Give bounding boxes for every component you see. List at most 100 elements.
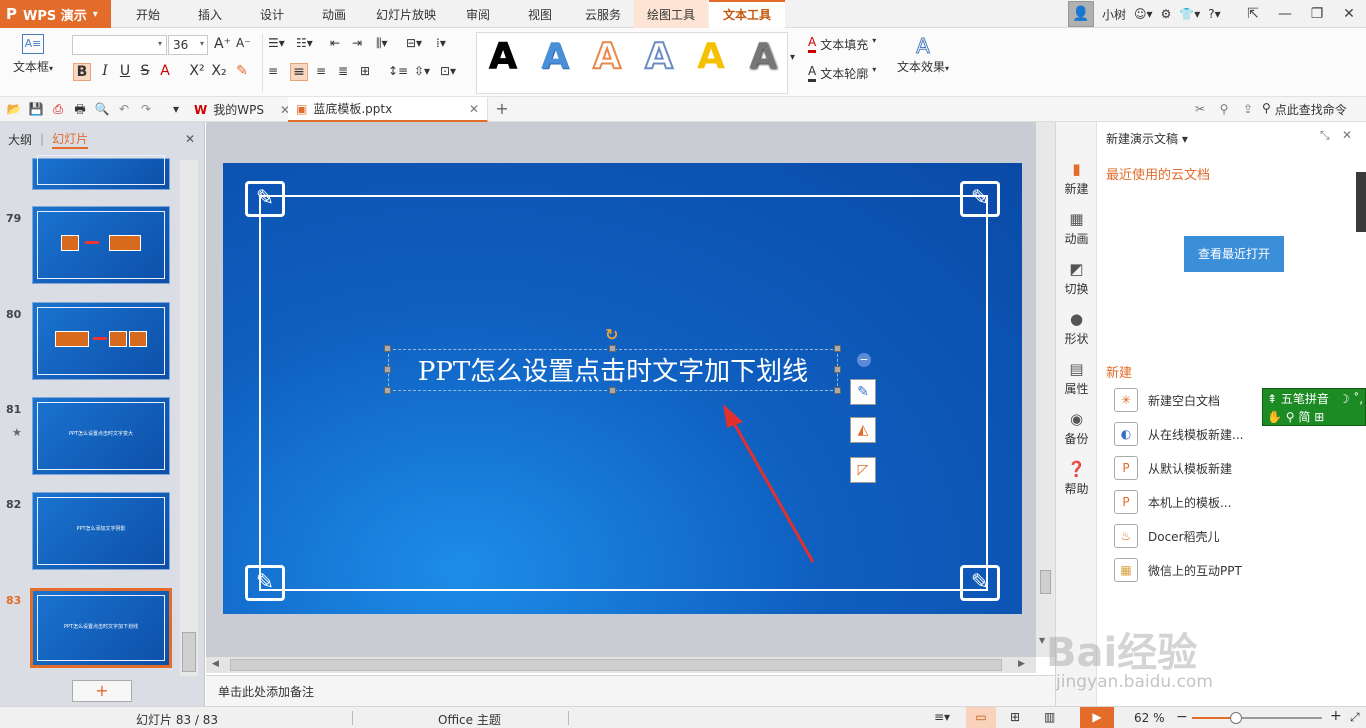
zoom-slider-thumb[interactable] xyxy=(1230,712,1243,724)
side-item-property[interactable]: ▤ 属性 xyxy=(1056,360,1097,397)
superscript-button[interactable]: X² xyxy=(188,63,206,79)
close-icon[interactable]: ✕ xyxy=(469,102,479,116)
wordart-style-gold[interactable]: A xyxy=(686,34,736,80)
close-icon[interactable]: ✕ xyxy=(1342,128,1352,142)
resize-handle[interactable] xyxy=(609,345,616,352)
reading-view-icon[interactable]: ▥ xyxy=(1044,710,1055,724)
doc-tab-mywps[interactable]: W 我的WPS ✕ xyxy=(186,97,300,122)
play-slideshow-icon[interactable]: ▶ xyxy=(1080,707,1114,728)
ime-menu-icon[interactable]: ⇞ xyxy=(1267,392,1277,406)
italic-button[interactable]: I xyxy=(96,63,114,79)
zoom-level[interactable]: 62 % xyxy=(1134,711,1165,725)
add-slide-button[interactable]: + xyxy=(72,680,132,702)
wordart-style-orange-outline[interactable]: A xyxy=(582,34,632,80)
new-default-template-item[interactable]: P 从默认模板新建 xyxy=(1114,456,1232,480)
keyboard-icon[interactable]: ⊞ xyxy=(1314,410,1324,424)
paragraph-settings-icon[interactable]: ⊡▾ xyxy=(440,64,456,78)
side-handle[interactable] xyxy=(1356,172,1366,232)
edit-shape-icon[interactable]: ✎ xyxy=(850,379,876,405)
align-right-icon[interactable]: ≡ xyxy=(316,64,326,78)
app-menu-button[interactable]: P WPS 演示 ▾ xyxy=(0,0,111,28)
skin-icon[interactable]: ☺▾ xyxy=(1134,7,1153,21)
slide-thumbnail[interactable]: PPT怎么设置点击时文字变大 xyxy=(32,397,170,475)
strikethrough-button[interactable]: S xyxy=(136,63,154,79)
local-template-item[interactable]: P 本机上的模板... xyxy=(1114,490,1231,514)
scroll-left-icon[interactable]: ◀ xyxy=(212,659,219,669)
doc-tab-template[interactable]: ▣ 蓝底模板.pptx ✕ xyxy=(288,97,488,122)
align-center-icon[interactable]: ≡ xyxy=(290,63,308,81)
export-pdf-icon[interactable]: ⎙ xyxy=(50,101,66,117)
sorter-view-icon[interactable]: ⊞ xyxy=(1010,710,1020,724)
tab-design[interactable]: 设计 xyxy=(248,0,296,28)
paragraph-spacing-icon[interactable]: ⇳▾ xyxy=(414,64,430,78)
tab-text-tools[interactable]: 文本工具 xyxy=(709,0,785,28)
hand-icon[interactable]: ✋ xyxy=(1267,410,1282,424)
tab-slides[interactable]: 幻灯片 xyxy=(52,130,89,149)
scroll-right-icon[interactable]: ▶ xyxy=(1018,659,1025,669)
tab-cloud[interactable]: 云服务 xyxy=(576,0,630,28)
clear-format-icon[interactable]: ✎ xyxy=(233,63,251,79)
tab-review[interactable]: 审阅 xyxy=(456,0,500,28)
gear-icon[interactable]: ⚙ xyxy=(1161,7,1172,21)
slide-thumbnail[interactable] xyxy=(32,155,170,190)
subscript-button[interactable]: X₂ xyxy=(210,63,228,79)
notes-toggle-icon[interactable]: ≡▾ xyxy=(934,710,950,724)
close-icon[interactable]: ✕ xyxy=(185,132,195,146)
resize-handle[interactable] xyxy=(834,345,841,352)
side-item-transition[interactable]: ◩ 切换 xyxy=(1056,260,1097,297)
text-outline-button[interactable]: A 文本轮廓 ▾ xyxy=(808,65,876,82)
font-name-select[interactable] xyxy=(72,35,167,55)
undo-icon[interactable]: ↶ xyxy=(116,101,132,117)
print-icon[interactable]: 🖶 xyxy=(72,101,88,117)
docer-item[interactable]: ♨ Docer稻壳儿 xyxy=(1114,524,1220,548)
bold-button[interactable]: B xyxy=(73,63,91,81)
text-direction-icon[interactable]: ⫼▾ xyxy=(376,36,388,51)
side-item-help[interactable]: ❓ 帮助 xyxy=(1056,460,1097,497)
sync-icon[interactable]: ⚲ xyxy=(1216,101,1232,117)
slides-scrollbar[interactable] xyxy=(180,160,198,676)
share-icon[interactable]: ⇪ xyxy=(1240,101,1256,117)
help-icon[interactable]: ?▾ xyxy=(1208,7,1220,21)
resize-handle[interactable] xyxy=(834,366,841,373)
align-text-icon[interactable]: ⊟▾ xyxy=(406,36,422,50)
zoom-out-icon[interactable]: − xyxy=(1176,709,1188,725)
justify-icon[interactable]: ≣ xyxy=(338,64,348,78)
ime-mode[interactable]: 五笔拼音 xyxy=(1281,392,1329,406)
zoom-in-icon[interactable]: + xyxy=(1330,708,1342,724)
side-item-backup[interactable]: ◉ 备份 xyxy=(1056,410,1097,447)
folder-open-icon[interactable]: 📂 xyxy=(6,101,22,117)
normal-view-icon[interactable]: ▭ xyxy=(966,707,996,728)
customize-qat-icon[interactable]: ▾ xyxy=(168,101,184,117)
canvas-vertical-scrollbar[interactable]: ▼ xyxy=(1036,122,1055,657)
ime-toolbar[interactable]: ⇞ 五笔拼音 ☽ ˚, ✋ ⚲ 简 ⊞ xyxy=(1262,388,1366,426)
view-recent-button[interactable]: 查看最近打开 xyxy=(1184,236,1284,272)
tab-view[interactable]: 视图 xyxy=(518,0,562,28)
tab-outline[interactable]: 大纲 xyxy=(8,131,32,148)
user-name[interactable]: 小树 xyxy=(1102,6,1126,23)
tab-home[interactable]: 开始 xyxy=(124,0,172,28)
format-painter-icon[interactable]: ✂ xyxy=(1192,101,1208,117)
gallery-more-icon[interactable]: ▾ xyxy=(790,52,795,63)
tab-slideshow[interactable]: 幻灯片放映 xyxy=(370,0,442,28)
canvas-horizontal-scrollbar[interactable]: ◀ ▶ xyxy=(206,657,1036,673)
zoom-slider[interactable] xyxy=(1192,712,1322,724)
collapse-icon[interactable]: − xyxy=(857,353,871,367)
tab-animation[interactable]: 动画 xyxy=(310,0,358,28)
ime-search-icon[interactable]: ⚲ xyxy=(1286,410,1295,424)
align-left-icon[interactable]: ≡ xyxy=(268,64,278,78)
outline-pen-icon[interactable]: ◸ xyxy=(850,457,876,483)
dock-icon[interactable]: ⤡ xyxy=(1320,128,1330,143)
task-pane-header[interactable]: 新建演示文稿 ▾ xyxy=(1106,130,1188,147)
slide[interactable]: ✎ ✎ ✎ ✎ PPT怎么设置点击时文字加下划线 ↻ − ✎ ◭ ◸ xyxy=(223,163,1022,614)
resize-handle[interactable] xyxy=(384,366,391,373)
maximize-button[interactable]: ❐ xyxy=(1300,0,1334,28)
grow-font-icon[interactable]: A⁺ xyxy=(214,36,231,52)
wordart-style-white-outline[interactable]: A xyxy=(634,34,684,80)
new-blank-item[interactable]: ✳ 新建空白文档 xyxy=(1114,388,1220,412)
shirt-icon[interactable]: 👕▾ xyxy=(1179,7,1200,21)
notes-area[interactable]: 单击此处添加备注 xyxy=(206,675,1055,706)
fill-bucket-icon[interactable]: ◭ xyxy=(850,417,876,443)
restore-up-icon[interactable]: ⇱ xyxy=(1236,0,1270,28)
new-online-template-item[interactable]: ◐ 从在线模板新建... xyxy=(1114,422,1243,446)
resize-handle[interactable] xyxy=(834,387,841,394)
